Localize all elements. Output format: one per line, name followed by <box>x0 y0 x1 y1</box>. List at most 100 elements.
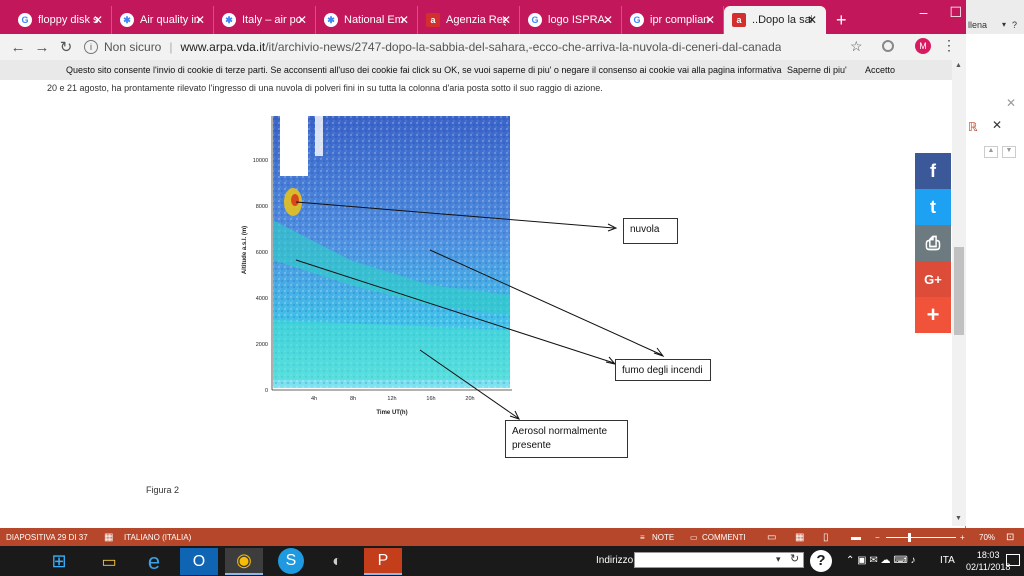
powerpoint-icon[interactable]: P <box>364 548 402 575</box>
forward-icon[interactable]: → <box>30 39 54 56</box>
minimize-icon[interactable]: – <box>920 4 928 21</box>
omnibox-bar: ← → ↻ i Non sicuro | www.arpa.vda.it /it… <box>0 34 966 60</box>
gear-icon: ✱ <box>120 13 134 27</box>
spellcheck-icon[interactable]: ▦ <box>104 532 113 543</box>
avatar[interactable]: M <box>915 38 931 54</box>
system-tray-icons[interactable]: ⌃ ▣ ✉ ☁ ⌨ ♪ <box>846 555 916 566</box>
normal-view-icon[interactable]: ▭ <box>767 532 776 543</box>
close-icon[interactable]: ✕ <box>399 13 409 27</box>
powerpoint-side-pane: llena ▾ ? ✕ ✕ ℝ ▲ ▼ <box>966 0 1024 528</box>
zoom-level[interactable]: 70% <box>979 533 995 542</box>
reading-view-icon[interactable]: ▯ <box>823 532 829 543</box>
close-icon[interactable]: ✕ <box>603 13 613 27</box>
close-icon[interactable]: ✕ <box>297 13 307 27</box>
cookie-message: Questo sito consente l'invio di cookie d… <box>66 65 782 75</box>
back-icon[interactable]: ← <box>6 39 30 56</box>
cookie-more-link[interactable]: Saperne di piu' <box>787 65 847 75</box>
internet-explorer-icon[interactable]: e <box>135 548 173 575</box>
new-tab-icon[interactable]: + <box>836 10 847 31</box>
clock-date: 02/11/2018 <box>966 562 1011 572</box>
twitter-icon: t <box>930 196 936 217</box>
file-explorer-icon[interactable]: ▭ <box>90 548 128 575</box>
help-icon[interactable]: ? <box>810 550 832 572</box>
tab-national-emi[interactable]: ✱ National Emi ✕ <box>316 6 418 34</box>
x-tick: 20h <box>465 396 474 402</box>
notification-icon[interactable] <box>1006 554 1020 566</box>
url-path: /it/archivio-news/2747-dopo-la-sabbia-de… <box>265 40 782 54</box>
close-icon[interactable]: ✕ <box>705 13 715 27</box>
bookmark-star-icon[interactable]: ☆ <box>850 38 863 55</box>
tab-logo-ispra[interactable]: Glogo ISPRA - ✕ <box>520 6 622 34</box>
extension-icon[interactable] <box>882 40 894 52</box>
twitter-share-button[interactable]: t <box>915 189 951 225</box>
help-icon[interactable]: ? <box>1012 20 1017 30</box>
x-tick: 4h <box>311 396 317 402</box>
outlook-icon[interactable]: O <box>180 548 218 575</box>
clock[interactable]: 18:03 02/11/2018 <box>966 549 1010 573</box>
y-tick: 8000 <box>256 204 268 210</box>
fit-slide-icon[interactable]: ⊡ <box>1006 532 1014 543</box>
url-host: www.arpa.vda.it <box>180 40 266 54</box>
article-intro: 20 e 21 agosto, ha prontamente rilevato … <box>47 83 603 93</box>
cookie-accept-button[interactable]: Accetto <box>865 65 895 75</box>
print-button[interactable]: ⎙ <box>915 225 951 261</box>
page-content: 20 e 21 agosto, ha prontamente rilevato … <box>0 80 956 526</box>
comments-icon: ▭ <box>690 532 698 542</box>
more-share-button[interactable]: + <box>915 297 951 333</box>
language-label[interactable]: ITALIANO (ITALIA) <box>124 533 191 542</box>
scroll-down-icon[interactable]: ▼ <box>955 515 962 522</box>
dropdown-icon[interactable]: ▾ <box>1002 20 1006 29</box>
scroll-up-icon[interactable]: ▲ <box>955 62 962 69</box>
notes-button[interactable]: NOTE <box>652 533 674 542</box>
address-toolbar-label: Indirizzo <box>596 555 634 566</box>
google-icon: G <box>630 13 644 27</box>
gear-icon: ✱ <box>222 13 236 27</box>
zoom-slider-thumb[interactable] <box>908 533 911 542</box>
windows-start-icon[interactable]: ⊞ <box>40 548 78 575</box>
tab-floppy[interactable]: Gfloppy disk su ✕ <box>10 6 112 34</box>
window-controls: – ☐ <box>920 4 962 21</box>
comments-button[interactable]: COMMENTI <box>702 533 746 542</box>
figure-caption: Figura 2 <box>146 485 180 495</box>
notes-icon: ≡ <box>640 532 645 542</box>
close-icon[interactable]: ✕ <box>195 13 205 27</box>
reload-icon[interactable]: ↻ <box>54 38 78 56</box>
close-icon[interactable]: ✕ <box>1006 96 1016 110</box>
clock-time: 18:03 <box>976 550 1000 560</box>
google-plus-share-button[interactable]: G+ <box>915 261 951 297</box>
zoom-in-icon[interactable]: + <box>960 533 965 542</box>
facebook-share-button[interactable]: f <box>915 153 951 189</box>
close-icon[interactable]: ✕ <box>93 13 103 27</box>
callout-nuvola: nuvola <box>623 218 678 244</box>
address-bar[interactable]: i Non sicuro | www.arpa.vda.it /it/archi… <box>84 36 870 58</box>
media-icon[interactable]: ◐ <box>318 548 356 575</box>
menu-icon[interactable]: ⋮ <box>942 37 956 54</box>
scroll-thumb[interactable] <box>954 247 964 335</box>
browser-window: Gfloppy disk su ✕ ✱ Air quality ind ✕ ✱ Ital… <box>0 0 966 528</box>
close-icon[interactable]: ✕ <box>807 13 817 27</box>
slideshow-icon[interactable]: ▬ <box>851 532 861 543</box>
pane-close-icon[interactable]: ✕ <box>992 118 1002 132</box>
close-icon[interactable]: ✕ <box>501 13 511 27</box>
tab-dopo-la-sabbia[interactable]: a ..Dopo la sab ✕ <box>724 6 826 34</box>
pane-up-icon[interactable]: ▲ <box>984 146 998 158</box>
skype-icon[interactable]: S <box>278 548 304 574</box>
tab-air-quality[interactable]: ✱ Air quality ind ✕ <box>112 6 214 34</box>
slide-sorter-icon[interactable]: ▦ <box>795 532 804 543</box>
tab-italy-air[interactable]: ✱ Italy – air pol ✕ <box>214 6 316 34</box>
chrome-icon[interactable]: ◉ <box>225 548 263 575</box>
address-dropdown-icon[interactable]: ▾ <box>776 554 781 565</box>
google-icon: G <box>18 13 32 27</box>
address-go-icon[interactable]: ↻ <box>790 552 799 565</box>
tab-ipr[interactable]: Gipr complian ✕ <box>622 6 724 34</box>
input-language[interactable]: ITA <box>940 555 955 566</box>
google-icon: G <box>528 13 542 27</box>
pane-down-icon[interactable]: ▼ <box>1002 146 1016 158</box>
tab-agenzia[interactable]: a Agenzia Regi ✕ <box>418 6 520 34</box>
page-scrollbar[interactable]: ▲ ▼ <box>952 60 966 526</box>
no-data-gap <box>280 116 308 176</box>
info-icon[interactable]: i <box>84 40 98 54</box>
zoom-out-icon[interactable]: − <box>875 533 880 542</box>
maximize-icon[interactable]: ☐ <box>949 4 962 21</box>
zoom-slider[interactable] <box>886 537 956 538</box>
